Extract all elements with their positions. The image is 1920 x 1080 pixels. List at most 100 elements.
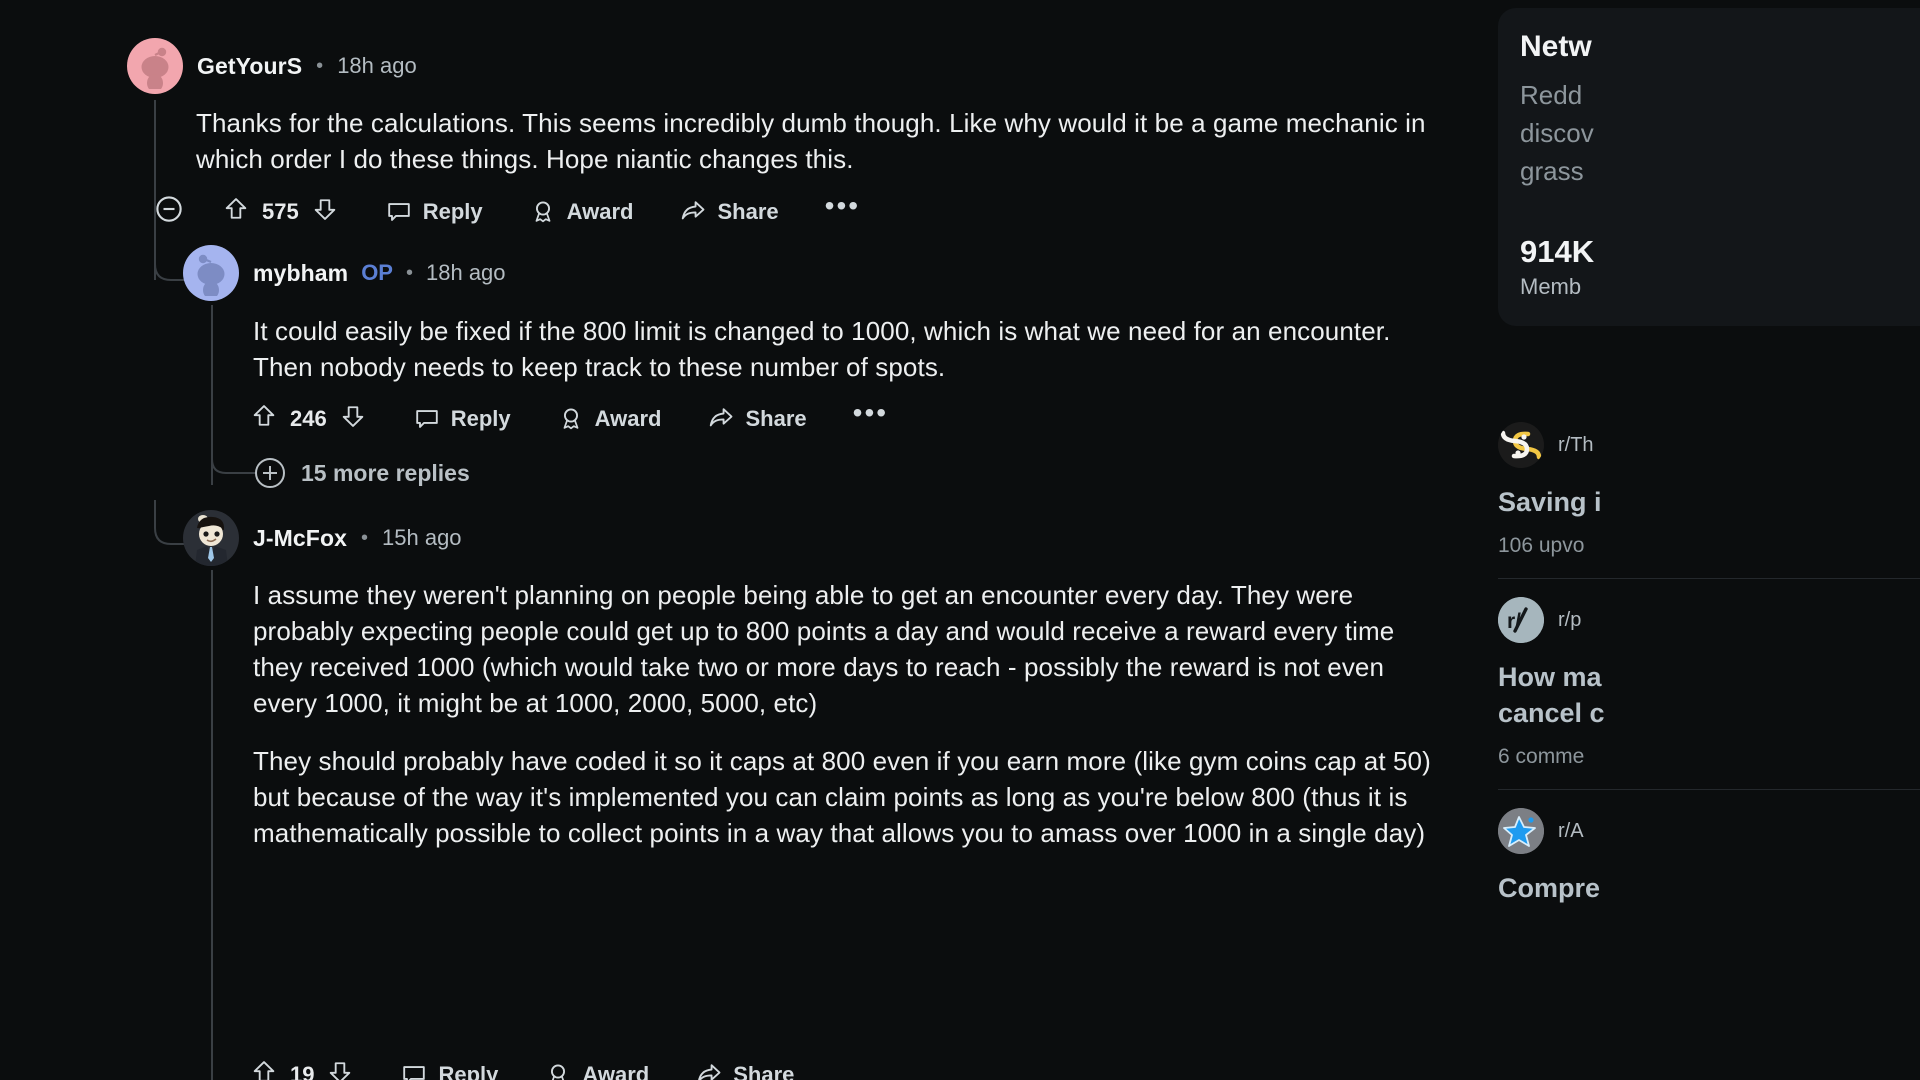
subreddit-name[interactable]: r/Th	[1558, 434, 1594, 457]
reply-button[interactable]: Reply	[400, 1061, 498, 1080]
award-button[interactable]: Award	[529, 198, 634, 226]
recommended-post-3[interactable]: r/A Compre	[1498, 790, 1920, 926]
vote-group: 246	[250, 402, 367, 435]
blue-star-icon	[1498, 808, 1544, 854]
comment-body: I assume they weren't planning on people…	[253, 577, 1443, 851]
reply-button[interactable]: Reply	[385, 198, 483, 226]
recommended-post-head: r/Th	[1498, 422, 1920, 468]
comment-author[interactable]: mybham	[253, 260, 348, 287]
subreddit-name[interactable]: r/A	[1558, 820, 1584, 843]
share-label: Share	[745, 405, 807, 431]
downvote-arrow-icon	[330, 1062, 351, 1080]
comment-paragraph: Thanks for the calculations. This seems …	[196, 108, 1426, 174]
upvote-arrow-icon	[253, 405, 275, 426]
award-medal-icon	[563, 408, 579, 429]
comment-author[interactable]: GetYourS	[197, 53, 302, 80]
downvote-arrow-icon	[342, 406, 363, 427]
recommended-post-title[interactable]: Saving i	[1498, 484, 1920, 520]
subreddit-icon: r/	[1498, 597, 1544, 643]
recommended-post-title[interactable]: Compre	[1498, 870, 1920, 906]
share-button[interactable]: Share	[679, 198, 779, 226]
collapse-button[interactable]	[140, 194, 198, 229]
share-button[interactable]: Share	[695, 1061, 794, 1080]
recommended-post-title[interactable]: How ma cancel c	[1498, 659, 1920, 731]
more-options-button[interactable]: •••	[853, 398, 888, 430]
comment-timestamp: 15h ago	[382, 525, 462, 550]
comment-header: mybham OP • 18h ago	[183, 245, 506, 301]
reply-label: Reply	[422, 198, 483, 224]
share-button[interactable]: Share	[707, 405, 807, 433]
upvote-button[interactable]	[250, 1058, 278, 1080]
reply-label: Reply	[438, 1061, 499, 1080]
reply-button[interactable]: Reply	[413, 405, 511, 433]
recommended-post-meta: 6 comme	[1498, 745, 1585, 768]
vote-group: 575	[222, 195, 339, 228]
comment-action-bar: 575 Reply Award Share •••	[140, 191, 860, 229]
recommended-post-head: r/A	[1498, 808, 1920, 854]
comment-timestamp: 18h ago	[426, 260, 506, 285]
collapse-minus-circle-icon	[156, 196, 182, 222]
reddit-comment-thread-page: GetYourS • 18h ago Thanks for the calcul…	[0, 0, 1920, 1080]
plus-circle-icon	[255, 458, 285, 488]
comment-bubble-icon	[387, 202, 410, 221]
share-label: Share	[733, 1061, 795, 1080]
reddit-slash-icon: r/	[1498, 597, 1544, 643]
award-medal-icon	[535, 201, 551, 222]
downvote-button[interactable]	[326, 1058, 354, 1080]
sidebar-card-title: Netw	[1520, 30, 1592, 63]
comment-author[interactable]: J-McFox	[253, 525, 347, 552]
avatar[interactable]	[183, 510, 239, 566]
comment-body: It could easily be fixed if the 800 limi…	[253, 313, 1433, 385]
character-avatar-icon	[195, 515, 228, 566]
more-replies-label: 15 more replies	[301, 459, 470, 486]
comment-bubble-icon	[415, 409, 438, 428]
comment-timestamp: 18h ago	[337, 53, 417, 78]
award-button[interactable]: Award	[544, 1061, 649, 1080]
downvote-button[interactable]	[311, 195, 339, 228]
upvote-button[interactable]	[222, 195, 250, 228]
swirl-s-icon	[1498, 422, 1544, 468]
downvote-button[interactable]	[339, 402, 367, 435]
award-medal-icon	[551, 1064, 566, 1080]
comment-score: 246	[290, 405, 327, 431]
recommended-post-meta: 106 upvo	[1498, 534, 1585, 557]
sidebar-card-description: Redd discov grass	[1520, 80, 1594, 186]
comment-score: 19	[290, 1061, 315, 1080]
more-replies-button[interactable]: 15 more replies	[255, 458, 470, 488]
comment-body: Thanks for the calculations. This seems …	[196, 105, 1426, 177]
award-button[interactable]: Award	[557, 405, 662, 433]
comment-header: GetYourS • 18h ago	[127, 38, 417, 94]
comment-paragraph: It could easily be fixed if the 800 limi…	[253, 316, 1391, 382]
award-label: Award	[566, 198, 634, 224]
separator-dot: •	[405, 261, 413, 284]
upvote-arrow-icon	[253, 1061, 275, 1080]
award-label: Award	[594, 405, 662, 431]
recommended-post-1[interactable]: r/Th Saving i 106 upvo	[1498, 404, 1920, 578]
upvote-button[interactable]	[250, 402, 278, 435]
share-arrow-icon	[682, 200, 705, 219]
comment-action-bar: 19 Reply Award Share	[250, 1058, 794, 1080]
avatar[interactable]	[183, 245, 239, 301]
snoo-icon	[197, 254, 225, 296]
reply-label: Reply	[450, 405, 511, 431]
more-options-button[interactable]: •••	[825, 191, 860, 223]
right-sidebar: Netw Redd discov grass 914K Memb r/Th Sa…	[1480, 0, 1920, 1080]
share-arrow-icon	[698, 1063, 721, 1080]
share-arrow-icon	[710, 407, 733, 426]
downvote-arrow-icon	[314, 199, 335, 220]
subreddit-icon	[1498, 422, 1544, 468]
comment-paragraph: They should probably have coded it so it…	[253, 746, 1431, 848]
members-count: 914K	[1520, 234, 1595, 269]
members-label: Memb	[1520, 274, 1582, 299]
comment-bubble-icon	[403, 1065, 426, 1080]
recommended-post-2[interactable]: r/ r/p How ma cancel c 6 comme	[1498, 579, 1920, 789]
op-badge: OP	[361, 260, 393, 285]
comments-column: GetYourS • 18h ago Thanks for the calcul…	[0, 0, 1480, 1080]
separator-dot: •	[361, 526, 369, 549]
vote-group: 19	[250, 1058, 354, 1080]
avatar[interactable]	[127, 38, 183, 94]
upvote-arrow-icon	[225, 198, 247, 219]
subreddit-name[interactable]: r/p	[1558, 609, 1581, 632]
share-label: Share	[717, 198, 779, 224]
network-info-card: Netw Redd discov grass 914K Memb	[1498, 8, 1920, 326]
